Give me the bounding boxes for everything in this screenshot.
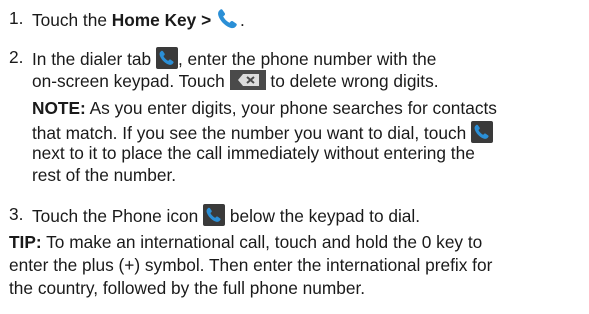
- instruction-document: 1. Touch the Home Key > . 2. In the dial…: [0, 0, 589, 314]
- step-1-text-post: .: [239, 10, 245, 30]
- step-2-line1-pre: In the dialer tab: [32, 49, 152, 69]
- note-line-4: rest of the number.: [32, 165, 177, 185]
- step-3-text-pre: Touch the Phone icon: [32, 206, 199, 226]
- step-1-text: Touch the Home Key > .: [32, 8, 245, 30]
- step-3-text-post: below the keypad to dial.: [229, 206, 421, 226]
- tip-line1-text: To make an international call, touch and…: [46, 232, 483, 252]
- step-3-number: 3.: [9, 204, 24, 224]
- backspace-icon: [229, 70, 266, 90]
- step-2-line2-post: to delete wrong digits.: [270, 71, 439, 91]
- step-2-line2-pre: on-screen keypad. Touch: [32, 71, 225, 91]
- step-1-bold: Home Key >: [111, 10, 212, 30]
- note-line1-text: As you enter digits, your phone searches…: [89, 98, 497, 118]
- phone-tab-icon: [155, 47, 178, 69]
- phone-icon: [216, 8, 240, 30]
- phone-dial-icon: [203, 204, 226, 226]
- note-line2-text: that match. If you see the number you wa…: [32, 123, 467, 143]
- phone-call-icon: [471, 121, 494, 143]
- step-2-line-1: In the dialer tab , enter the phone numb…: [32, 47, 436, 69]
- note-line-2: that match. If you see the number you wa…: [32, 121, 494, 143]
- note-label: NOTE:: [32, 98, 86, 118]
- step-2-line1-post: , enter the phone number with the: [177, 49, 437, 69]
- step-1-number: 1.: [9, 8, 24, 28]
- step-1-text-pre: Touch the: [32, 10, 112, 30]
- step-3-text: Touch the Phone icon below the keypad to…: [32, 204, 420, 226]
- step-2-number: 2.: [9, 47, 24, 67]
- note-line-1: NOTE: As you enter digits, your phone se…: [32, 98, 497, 118]
- note-line-3: next to it to place the call immediately…: [32, 143, 475, 163]
- step-2-line-2: on-screen keypad. Touch to delete wrong …: [32, 70, 439, 91]
- tip-label: TIP:: [9, 232, 42, 252]
- tip-line-1: TIP: To make an international call, touc…: [9, 232, 482, 252]
- tip-line-3: the country, followed by the full phone …: [9, 278, 366, 298]
- tip-line-2: enter the plus (+) symbol. Then enter th…: [9, 255, 493, 275]
